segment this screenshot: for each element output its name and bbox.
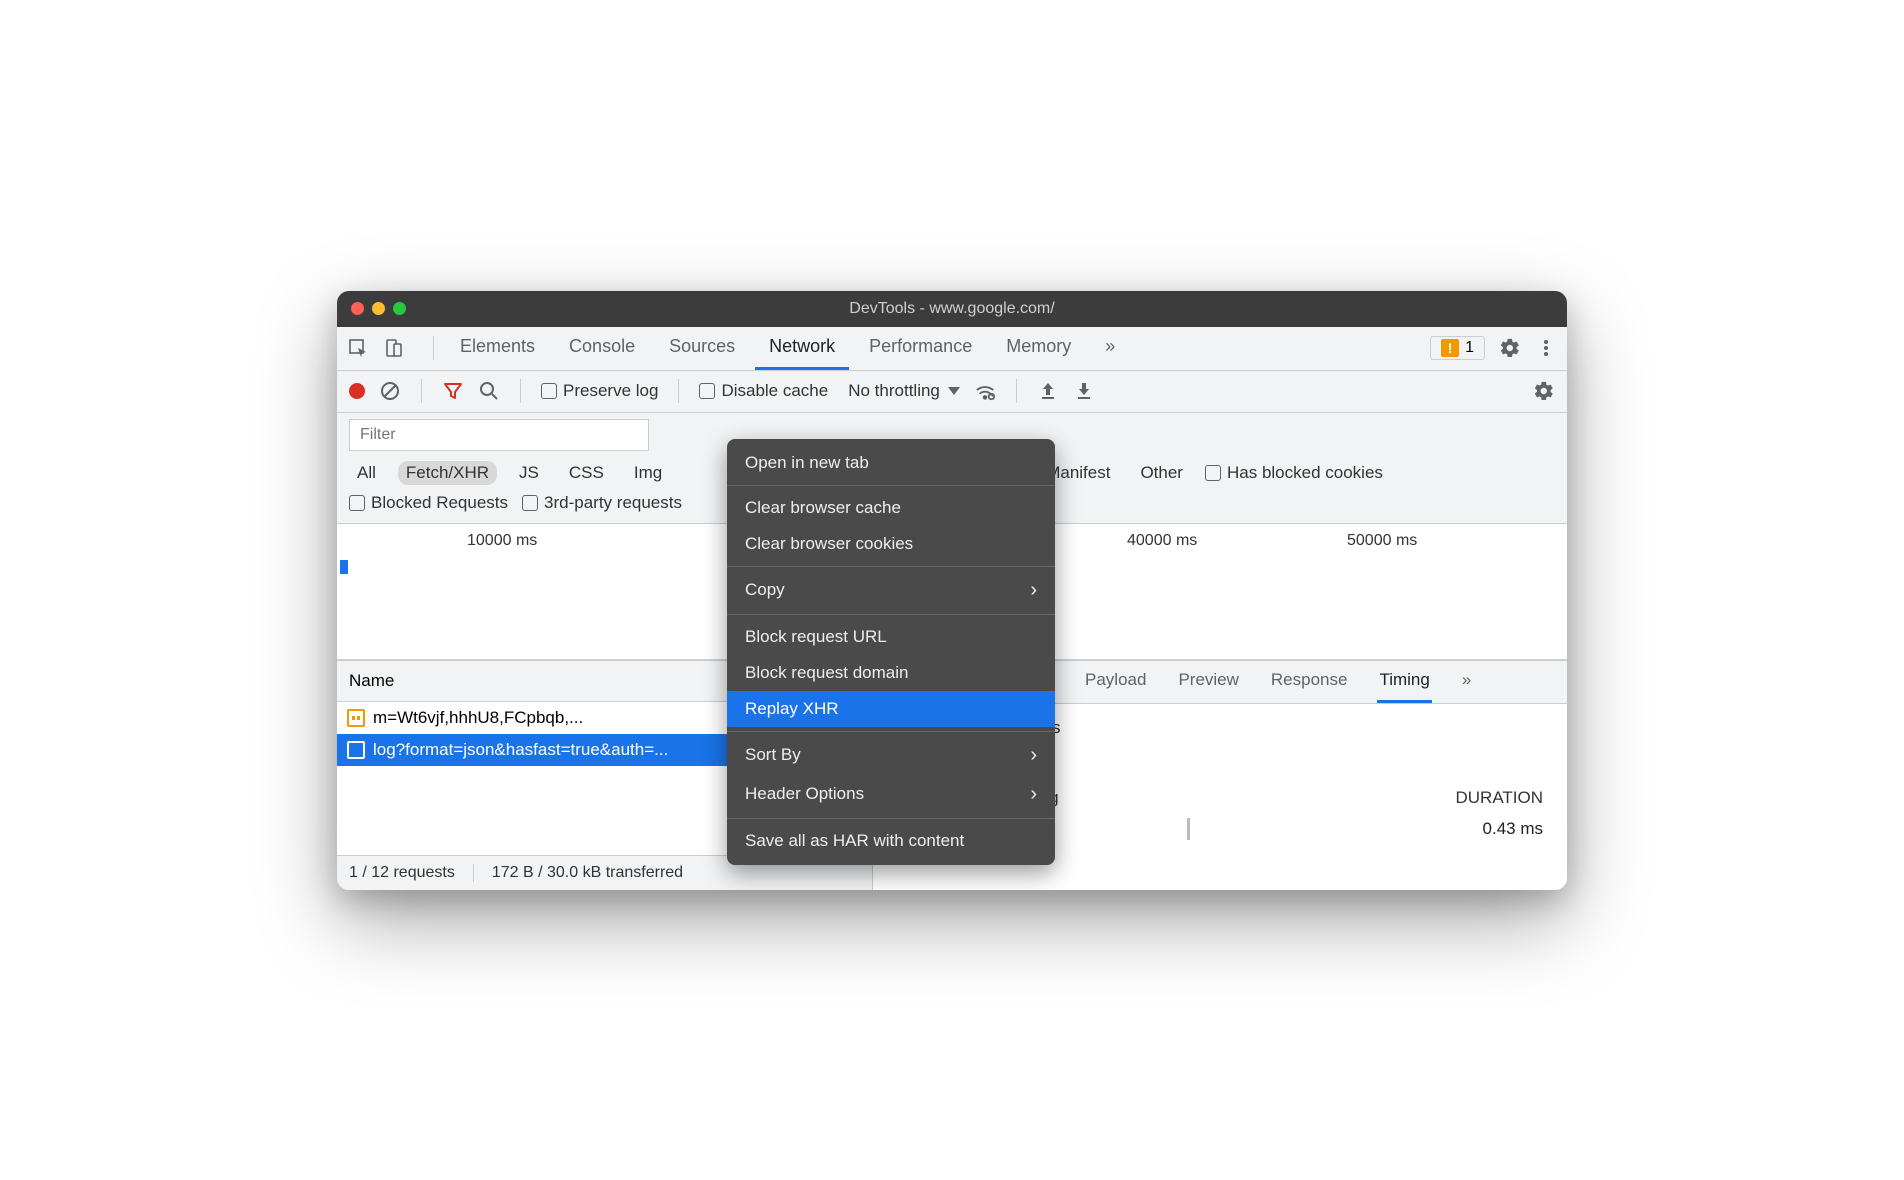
ctx-clear-browser-cache[interactable]: Clear browser cache: [727, 490, 1055, 526]
minimize-window-button[interactable]: [372, 302, 385, 315]
close-window-button[interactable]: [351, 302, 364, 315]
preserve-log-label: Preserve log: [563, 381, 658, 401]
checkbox-icon: [541, 383, 557, 399]
detail-tab-response[interactable]: Response: [1269, 661, 1350, 703]
ctx-block-request-url[interactable]: Block request URL: [727, 619, 1055, 655]
search-icon[interactable]: [478, 380, 500, 402]
third-party-label: 3rd-party requests: [544, 493, 682, 513]
maximize-window-button[interactable]: [393, 302, 406, 315]
queueing-bar: [1187, 818, 1190, 840]
blocked-requests-label: Blocked Requests: [371, 493, 508, 513]
checkbox-icon: [522, 495, 538, 511]
checkbox-icon: [699, 383, 715, 399]
throttling-label: No throttling: [848, 381, 940, 401]
issues-count: 1: [1465, 339, 1474, 357]
blocked-requests-checkbox[interactable]: Blocked Requests: [349, 493, 508, 513]
upload-har-icon[interactable]: [1037, 380, 1059, 402]
filter-type-all[interactable]: All: [349, 461, 384, 485]
detail-tab-payload[interactable]: Payload: [1083, 661, 1148, 703]
filter-type-fetch-xhr[interactable]: Fetch/XHR: [398, 461, 497, 485]
detail-tabs-overflow[interactable]: »: [1460, 661, 1473, 703]
network-toolbar: Preserve log Disable cache No throttling: [337, 371, 1567, 413]
chevron-right-icon: ›: [1030, 744, 1037, 767]
duration-header: DURATION: [1455, 788, 1543, 808]
timeline-tick: 50000 ms: [1347, 532, 1417, 550]
ctx-separator: [727, 731, 1055, 732]
clear-icon[interactable]: [379, 380, 401, 402]
download-har-icon[interactable]: [1073, 380, 1095, 402]
detail-tab-preview[interactable]: Preview: [1176, 661, 1240, 703]
divider: [421, 379, 422, 403]
disable-cache-label: Disable cache: [721, 381, 828, 401]
issues-badge[interactable]: ! 1: [1430, 336, 1485, 360]
timeline-marker: [340, 560, 348, 574]
ctx-replay-xhr[interactable]: Replay XHR: [727, 691, 1055, 727]
traffic-lights: [351, 302, 406, 315]
ctx-sort-by-submenu[interactable]: Sort By›: [727, 736, 1055, 775]
devtools-window: DevTools - www.google.com/ Elements Cons…: [337, 291, 1567, 890]
status-requests: 1 / 12 requests: [349, 864, 455, 882]
divider: [433, 336, 434, 360]
resource-type-icon: [347, 709, 365, 727]
inspect-element-icon[interactable]: [347, 337, 369, 359]
detail-tab-timing[interactable]: Timing: [1377, 661, 1431, 703]
filter-input[interactable]: [349, 419, 649, 451]
ctx-save-har[interactable]: Save all as HAR with content: [727, 823, 1055, 859]
title-bar: DevTools - www.google.com/: [337, 291, 1567, 327]
tab-sources[interactable]: Sources: [655, 327, 749, 370]
tab-network[interactable]: Network: [755, 327, 849, 370]
ctx-header-options-submenu[interactable]: Header Options›: [727, 775, 1055, 814]
checkbox-icon: [349, 495, 365, 511]
chevron-right-icon: ›: [1030, 783, 1037, 806]
checkbox-icon: [1205, 465, 1221, 481]
third-party-checkbox[interactable]: 3rd-party requests: [522, 493, 682, 513]
request-name: m=Wt6vjf,hhhU8,FCpbqb,...: [373, 708, 583, 728]
throttling-dropdown[interactable]: No throttling: [848, 381, 960, 401]
chevron-right-icon: ›: [1030, 579, 1037, 602]
ctx-separator: [727, 614, 1055, 615]
main-tab-bar: Elements Console Sources Network Perform…: [337, 327, 1567, 371]
tabs-overflow[interactable]: »: [1091, 327, 1129, 370]
ctx-block-request-domain[interactable]: Block request domain: [727, 655, 1055, 691]
divider: [520, 379, 521, 403]
filter-toggle-icon[interactable]: [442, 380, 464, 402]
ctx-clear-browser-cookies[interactable]: Clear browser cookies: [727, 526, 1055, 562]
filter-type-other[interactable]: Other: [1132, 461, 1191, 485]
settings-gear-icon[interactable]: [1499, 337, 1521, 359]
has-blocked-cookies-label: Has blocked cookies: [1227, 463, 1383, 483]
has-blocked-cookies-checkbox[interactable]: Has blocked cookies: [1205, 463, 1383, 483]
ctx-open-in-new-tab[interactable]: Open in new tab: [727, 445, 1055, 481]
kebab-menu-icon[interactable]: [1535, 337, 1557, 359]
tab-memory[interactable]: Memory: [992, 327, 1085, 370]
timeline-tick: 40000 ms: [1127, 532, 1197, 550]
tab-elements[interactable]: Elements: [446, 327, 549, 370]
filter-type-css[interactable]: CSS: [561, 461, 612, 485]
network-settings-gear-icon[interactable]: [1533, 380, 1555, 402]
divider: [678, 379, 679, 403]
status-transferred: 172 B / 30.0 kB transferred: [492, 864, 683, 882]
request-name: log?format=json&hasfast=true&auth=...: [373, 740, 668, 760]
filter-type-js[interactable]: JS: [511, 461, 547, 485]
device-toolbar-icon[interactable]: [383, 337, 405, 359]
ctx-copy-submenu[interactable]: Copy›: [727, 571, 1055, 610]
preserve-log-checkbox[interactable]: Preserve log: [541, 381, 658, 401]
filter-type-img[interactable]: Img: [626, 461, 670, 485]
ctx-separator: [727, 566, 1055, 567]
network-conditions-icon[interactable]: [974, 380, 996, 402]
chevron-down-icon: [948, 387, 960, 395]
divider: [1016, 379, 1017, 403]
context-menu: Open in new tab Clear browser cache Clea…: [727, 439, 1055, 865]
timeline-tick: 10000 ms: [467, 532, 537, 550]
ctx-separator: [727, 485, 1055, 486]
ctx-separator: [727, 818, 1055, 819]
disable-cache-checkbox[interactable]: Disable cache: [699, 381, 828, 401]
tab-console[interactable]: Console: [555, 327, 649, 370]
queueing-value: 0.43 ms: [1483, 819, 1543, 839]
window-title: DevTools - www.google.com/: [849, 300, 1054, 318]
tab-performance[interactable]: Performance: [855, 327, 986, 370]
record-button[interactable]: [349, 383, 365, 399]
warning-icon: !: [1441, 339, 1459, 357]
resource-type-icon: [347, 741, 365, 759]
